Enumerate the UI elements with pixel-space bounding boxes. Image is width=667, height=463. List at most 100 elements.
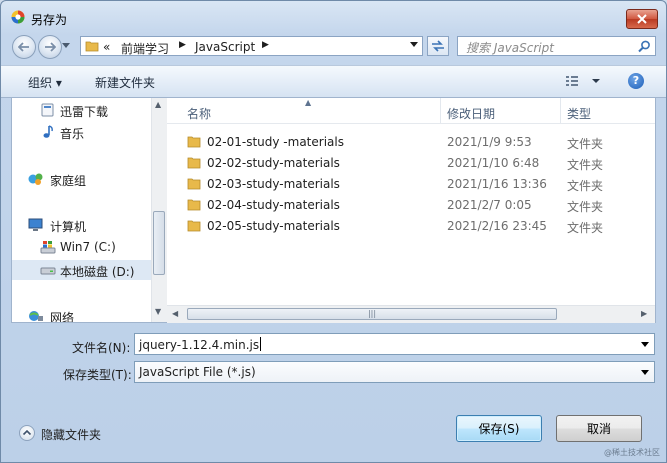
filetype-select[interactable]: JavaScript File (*.js) — [134, 361, 655, 383]
column-header-type[interactable]: 类型 — [567, 105, 591, 122]
address-segment-javascript[interactable]: JavaScript — [195, 40, 255, 54]
scroll-thumb[interactable] — [153, 211, 165, 275]
close-icon — [637, 14, 647, 24]
scroll-left-icon[interactable]: ◀ — [172, 309, 178, 318]
nav-item-label: 家庭组 — [50, 174, 87, 188]
organize-menu[interactable]: 组织 ▾ — [28, 74, 62, 91]
table-row[interactable]: 02-01-study -materials 2021/1/9 9:53 文件夹 — [167, 131, 655, 152]
nav-item-homegroup[interactable]: 家庭组 — [12, 169, 151, 189]
address-bar[interactable]: « 前端学习 ▶ JavaScript ▶ — [80, 36, 423, 56]
music-icon — [43, 125, 53, 138]
view-options-icon[interactable] — [565, 75, 601, 87]
column-divider[interactable] — [440, 98, 441, 123]
nav-item-music[interactable]: 音乐 — [12, 122, 151, 142]
watermark: @稀土技术社区 — [604, 448, 660, 457]
address-dropdown-icon[interactable] — [410, 42, 418, 47]
recent-locations-dropdown-icon[interactable] — [62, 43, 70, 48]
search-input[interactable]: 搜索 JavaScript — [457, 36, 656, 56]
address-segment-frontend[interactable]: 前端学习 — [121, 40, 169, 57]
cancel-button[interactable]: 取消 — [556, 415, 642, 442]
file-date: 2021/1/10 6:48 — [447, 156, 540, 170]
folder-icon — [187, 157, 201, 169]
scroll-down-icon[interactable]: ▼ — [155, 307, 161, 316]
nav-item-network[interactable]: 网络 — [12, 306, 151, 322]
nav-item-drive-d[interactable]: 本地磁盘 (D:) — [12, 260, 151, 280]
file-type: 文件夹 — [567, 221, 604, 235]
table-row[interactable]: 02-05-study-materials 2021/2/16 23:45 文件… — [167, 215, 655, 236]
forward-button[interactable] — [38, 35, 62, 59]
nav-item-thunder-download[interactable]: 迅雷下载 — [12, 100, 151, 120]
new-folder-button[interactable]: 新建文件夹 — [95, 74, 155, 91]
column-divider[interactable] — [560, 98, 561, 123]
filetype-label: 保存类型(T): — [63, 368, 132, 382]
file-date: 2021/2/16 23:45 — [447, 219, 547, 233]
back-button[interactable] — [12, 35, 36, 59]
scroll-right-icon[interactable]: ▶ — [641, 309, 647, 318]
arrow-right-icon — [45, 42, 56, 52]
file-type: 文件夹 — [567, 179, 604, 193]
nav-item-label: 迅雷下载 — [60, 105, 109, 119]
save-button[interactable]: 保存(S) — [456, 415, 542, 442]
arrow-left-icon — [18, 42, 29, 52]
chevron-right-icon[interactable]: ▶ — [179, 40, 186, 50]
search-placeholder: 搜索 JavaScript — [466, 41, 554, 55]
close-button[interactable] — [626, 9, 658, 29]
help-icon[interactable]: ? — [628, 73, 644, 89]
table-row[interactable]: 02-02-study-materials 2021/1/10 6:48 文件夹 — [167, 152, 655, 173]
folder-icon — [85, 41, 99, 52]
nav-item-label: 本地磁盘 (D:) — [60, 265, 135, 279]
refresh-icon — [432, 40, 444, 52]
folder-icon — [187, 136, 201, 148]
search-icon[interactable] — [638, 40, 651, 53]
chevron-up-icon[interactable] — [19, 425, 35, 441]
thunder-download-icon — [41, 103, 54, 117]
folder-icon — [187, 199, 201, 211]
file-list: ▲ 名称 修改日期 类型 02-01-study -materials 2021… — [167, 98, 655, 322]
homegroup-icon — [28, 173, 43, 185]
address-overflow[interactable]: « — [103, 40, 110, 54]
file-type: 文件夹 — [567, 158, 604, 172]
refresh-button[interactable] — [427, 36, 449, 56]
file-name: 02-05-study-materials — [207, 219, 340, 233]
file-name: 02-03-study-materials — [207, 177, 340, 191]
title-bar[interactable]: 另存为 — [1, 1, 666, 33]
scroll-thumb[interactable]: ||| — [187, 308, 557, 320]
nav-item-label: 音乐 — [60, 127, 85, 141]
table-row[interactable]: 02-03-study-materials 2021/1/16 13:36 文件… — [167, 173, 655, 194]
hide-folders-label: 隐藏文件夹 — [41, 428, 102, 442]
network-icon — [29, 311, 43, 321]
filename-value: jquery-1.12.4.min.js — [139, 337, 262, 352]
filetype-value: JavaScript File (*.js) — [139, 365, 256, 379]
scroll-up-icon[interactable]: ▲ — [155, 100, 161, 109]
table-row[interactable]: 02-04-study-materials 2021/2/7 0:05 文件夹 — [167, 194, 655, 215]
file-type: 文件夹 — [567, 200, 604, 214]
column-header-row: ▲ 名称 修改日期 类型 — [167, 98, 655, 124]
nav-item-label: Win7 (C:) — [60, 240, 116, 254]
horizontal-scrollbar[interactable]: ◀ ||| ▶ — [167, 305, 655, 323]
file-name: 02-04-study-materials — [207, 198, 340, 212]
nav-item-label: 网络 — [50, 311, 75, 322]
nav-item-label: 计算机 — [50, 220, 87, 234]
browser-pane: 迅雷下载 音乐 家庭组 计算机 Win7 (C:) 本地磁盘 (D:) 网络 ▲… — [11, 97, 656, 323]
file-date: 2021/2/7 0:05 — [447, 198, 532, 212]
file-date: 2021/1/9 9:53 — [447, 135, 532, 149]
column-header-date[interactable]: 修改日期 — [447, 105, 495, 122]
chevron-down-icon[interactable] — [641, 370, 649, 375]
filename-input[interactable]: jquery-1.12.4.min.js — [134, 333, 655, 355]
app-logo-icon — [11, 10, 25, 24]
file-name: 02-02-study-materials — [207, 156, 340, 170]
navigation-scrollbar[interactable]: ▲ ▼ — [151, 98, 167, 322]
column-header-name[interactable]: 名称 — [187, 105, 211, 122]
drive-d-icon — [40, 267, 56, 275]
nav-item-drive-c[interactable]: Win7 (C:) — [12, 237, 151, 257]
filename-label: 文件名(N): — [72, 341, 131, 355]
file-name: 02-01-study -materials — [207, 135, 344, 149]
chevron-right-icon[interactable]: ▶ — [262, 40, 269, 50]
save-as-dialog: 另存为 « 前端学习 ▶ JavaScript ▶ 搜索 JavaScript … — [0, 0, 667, 463]
drive-c-icon — [40, 241, 56, 254]
chevron-down-icon[interactable] — [641, 342, 649, 347]
nav-item-computer[interactable]: 计算机 — [12, 215, 151, 235]
navigation-pane: 迅雷下载 音乐 家庭组 计算机 Win7 (C:) 本地磁盘 (D:) 网络 — [12, 98, 151, 322]
file-type: 文件夹 — [567, 137, 604, 151]
folder-icon — [187, 178, 201, 190]
